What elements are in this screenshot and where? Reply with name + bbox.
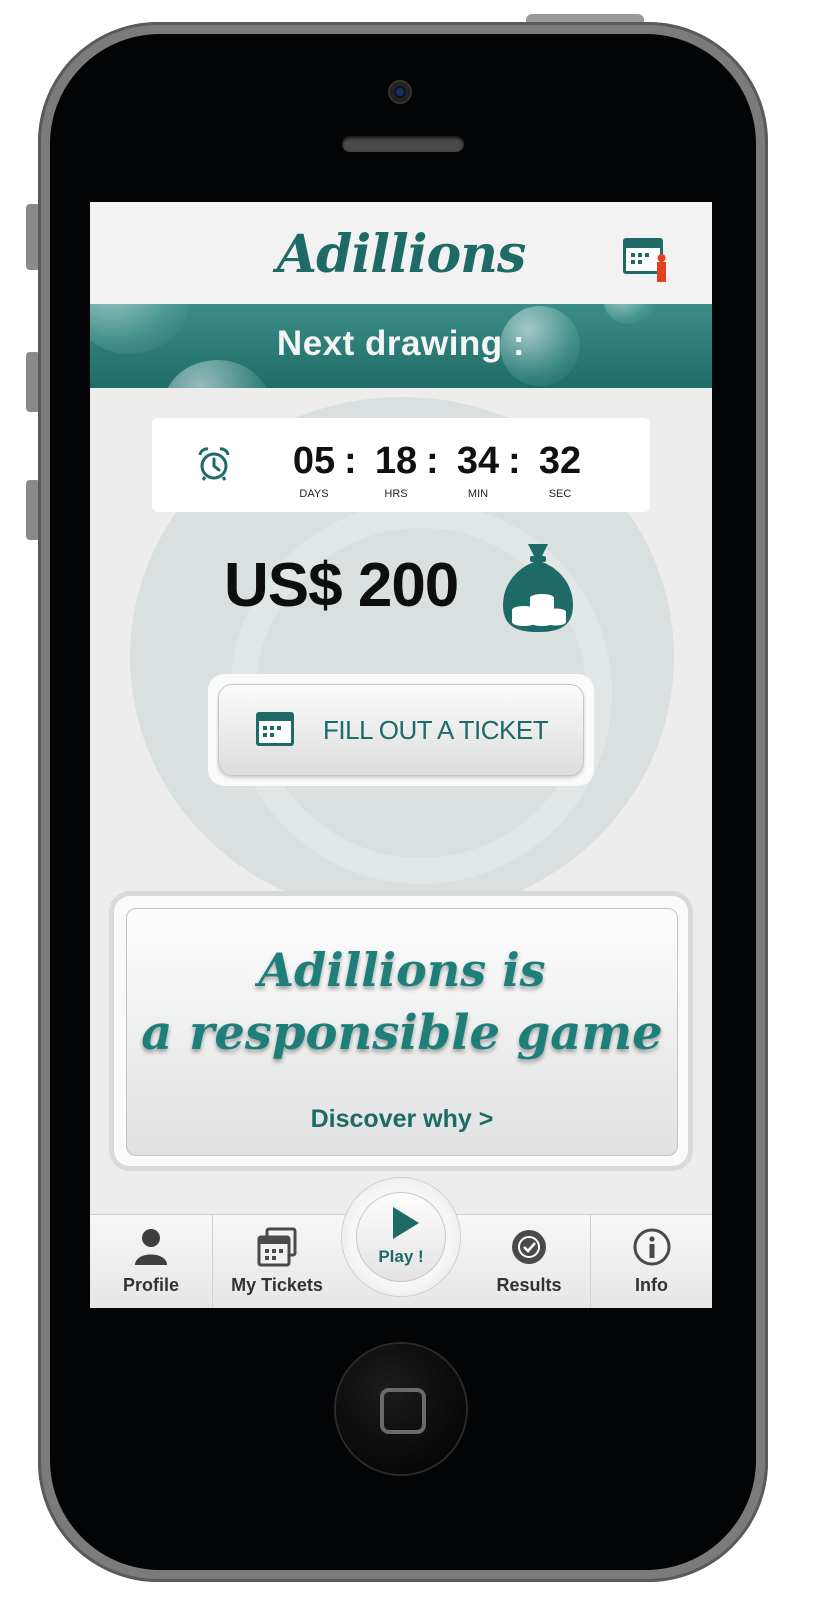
calendar-icon (255, 711, 295, 747)
seconds-label: SEC (548, 488, 572, 500)
money-bag-icon (498, 540, 578, 636)
countdown-separator: : (508, 440, 521, 482)
bubble-decoration (604, 304, 654, 324)
responsible-game-line2: a responsible game (141, 1005, 663, 1061)
prize-amount: US$ 200 (224, 551, 459, 620)
home-button[interactable] (336, 1344, 466, 1474)
tab-info-label: Info (635, 1275, 668, 1295)
tab-profile-label: Profile (122, 1275, 179, 1295)
results-check-icon (507, 1225, 551, 1269)
countdown-days: 05 (292, 440, 336, 482)
info-icon (630, 1225, 674, 1269)
tab-profile[interactable]: Profile (90, 1215, 212, 1308)
play-label: Play ! (378, 1247, 424, 1266)
front-camera (390, 82, 410, 102)
days-label: DAYS (299, 488, 329, 500)
countdown-separator: : (426, 440, 439, 482)
responsible-game-line1: Adillions is (258, 943, 546, 997)
app-screen: Adillions Next drawing : 05: 18: 34: … (90, 202, 712, 1308)
calendar-info-icon[interactable] (622, 234, 672, 284)
play-button-face: Play ! (356, 1192, 446, 1282)
play-icon (393, 1207, 419, 1239)
app-header: Adillions (90, 202, 712, 305)
tab-my-tickets-label: My Tickets (231, 1275, 323, 1295)
discover-why-link[interactable]: Discover why > (127, 1105, 677, 1134)
next-drawing-banner: Next drawing : (90, 304, 712, 388)
fill-out-ticket-label: FILL OUT A TICKET (323, 715, 549, 745)
countdown-hours: 18 (374, 440, 418, 482)
fill-out-ticket-button[interactable]: FILL OUT A TICKET (218, 684, 584, 776)
minutes-label: MIN (467, 488, 489, 500)
tab-results[interactable]: Results (468, 1215, 590, 1308)
countdown-timer: 05 : 18 : 34 : 32 DAYS HRS MIN SEC (152, 418, 650, 512)
alarm-clock-icon (196, 446, 232, 482)
user-icon (129, 1225, 173, 1269)
play-button[interactable]: Play ! (342, 1178, 460, 1296)
tickets-icon (255, 1225, 299, 1269)
hours-label: HRS (384, 488, 408, 500)
next-drawing-label: Next drawing : (276, 324, 526, 363)
earpiece-speaker (342, 136, 464, 152)
tab-info[interactable]: Info (591, 1215, 712, 1308)
countdown-minutes: 34 (456, 440, 500, 482)
countdown-separator: : (344, 440, 357, 482)
responsible-game-card[interactable]: Adillions is a responsible game Discover… (126, 908, 678, 1156)
bubble-decoration (162, 360, 272, 388)
tab-results-label: Results (496, 1275, 562, 1295)
countdown-seconds: 32 (538, 440, 582, 482)
tab-my-tickets[interactable]: My Tickets (213, 1215, 341, 1308)
app-logo: Adillions (276, 224, 527, 285)
